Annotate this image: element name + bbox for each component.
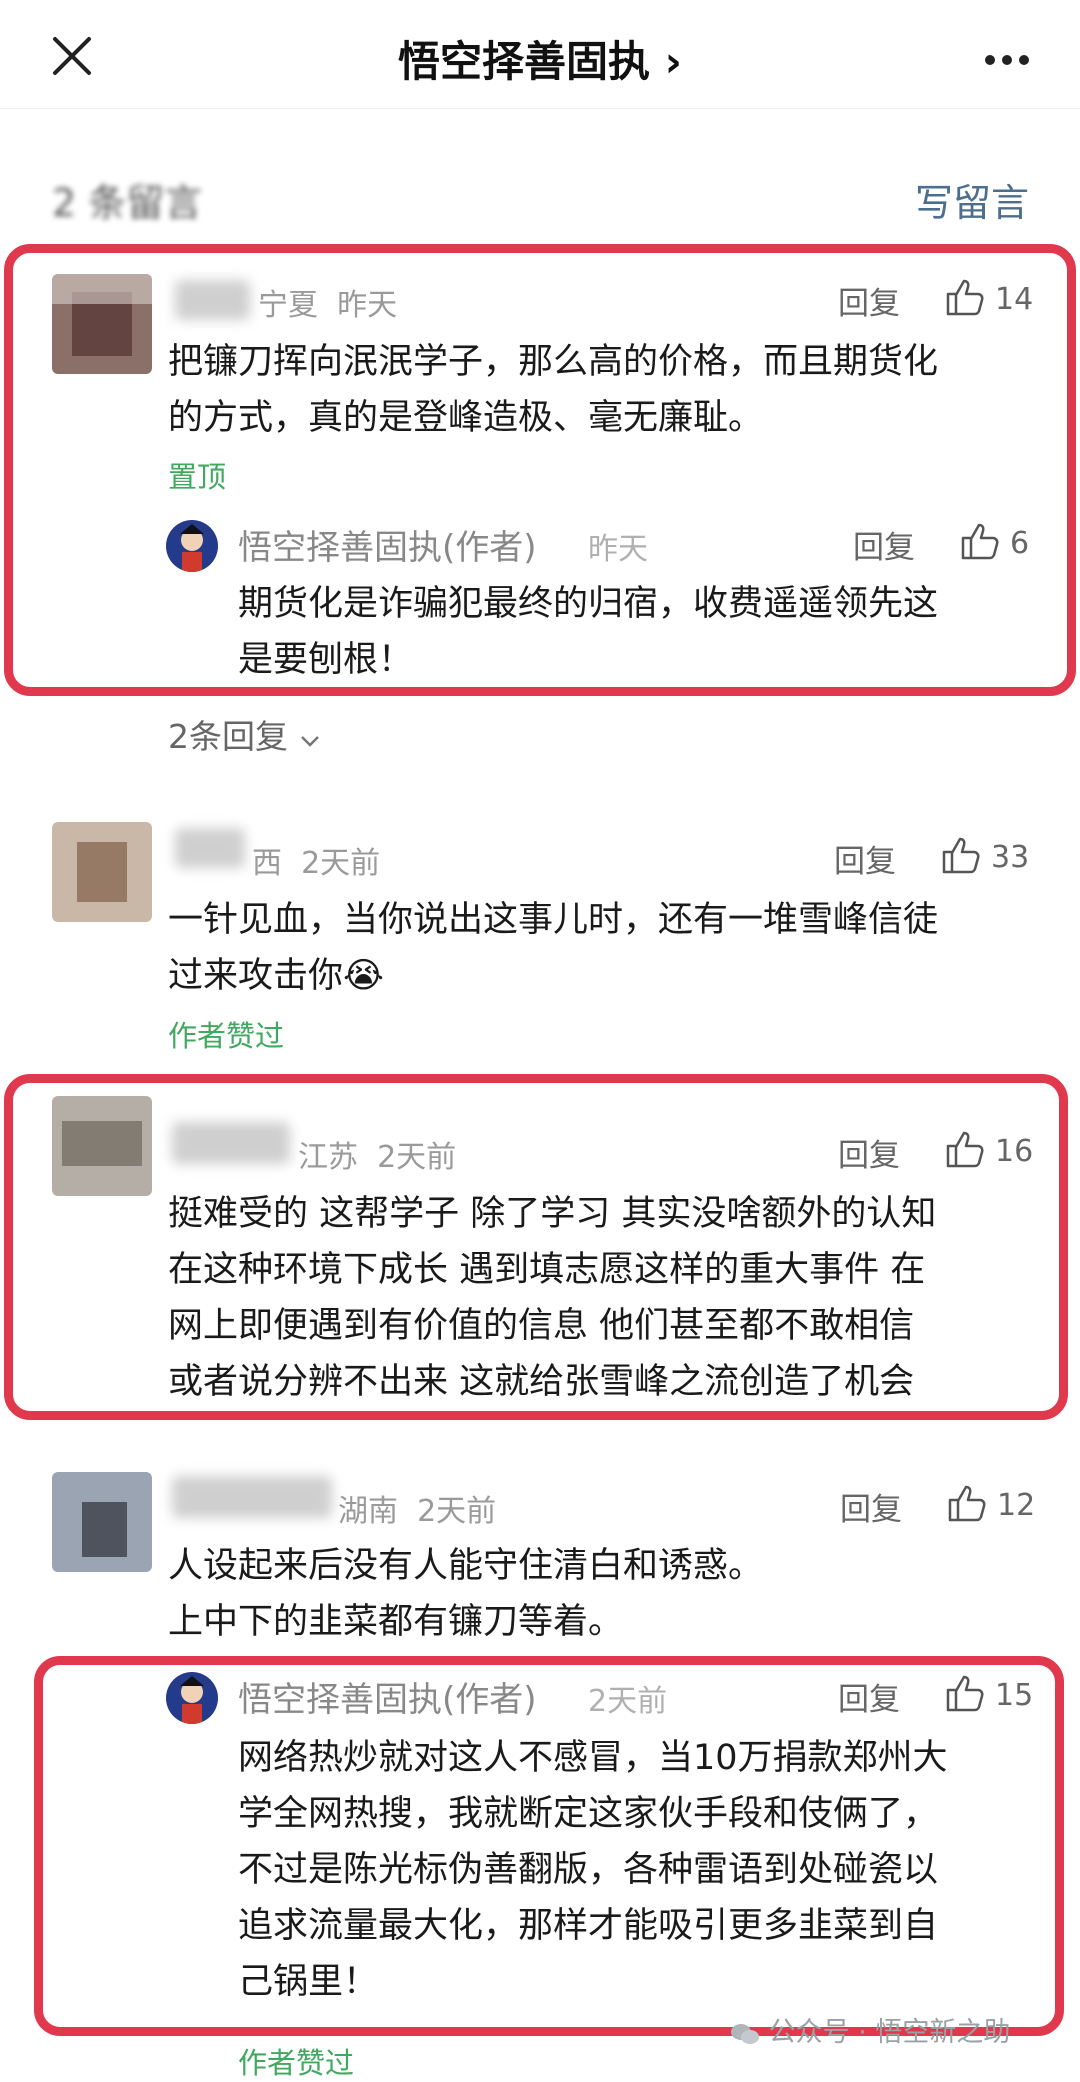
avatar[interactable] <box>52 1096 152 1196</box>
comment-meta: 西 2天前 <box>252 846 381 881</box>
like-count: 12 <box>997 1488 1036 1523</box>
comment-text: 一针见血，当你说出这事儿时，还有一堆雪峰信徒 过来攻击你😭 <box>168 900 939 996</box>
reply-button[interactable]: 回复 <box>838 1130 900 1175</box>
author-avatar[interactable] <box>166 1672 218 1724</box>
author-liked-tag: 作者赞过 <box>238 2046 355 2080</box>
avatar[interactable] <box>52 822 152 922</box>
avatar-image <box>52 1472 152 1572</box>
highlight-box <box>4 244 1076 696</box>
username-blurred <box>172 1476 332 1518</box>
comment-count: 2 条留言 <box>52 181 203 225</box>
avatar-image <box>52 1096 152 1196</box>
like-count: 15 <box>995 1678 1034 1713</box>
like-button[interactable] <box>941 836 981 878</box>
thumbs-up-icon <box>948 1485 986 1522</box>
top-bar: 悟空择善固执 › <box>0 0 1080 109</box>
reply-button[interactable]: 回复 <box>840 1484 902 1529</box>
avatar-image <box>166 1672 218 1724</box>
thumbs-up-icon <box>946 1675 984 1712</box>
author-liked-tag: 作者赞过 <box>168 1019 285 1053</box>
comment-text: 人设起来后没有人能守住清白和诱惑。 上中下的韭菜都有镰刀等着。 <box>168 1546 764 1642</box>
like-button[interactable] <box>947 1484 987 1526</box>
like-count: 16 <box>995 1134 1034 1169</box>
like-count: 33 <box>991 840 1030 875</box>
page-title[interactable]: 悟空择善固执 › <box>0 28 1080 89</box>
username-blurred <box>175 828 245 868</box>
reply-button[interactable]: 回复 <box>834 836 896 881</box>
expand-replies[interactable]: 2条回复 <box>168 710 321 758</box>
username-blurred <box>172 1122 290 1164</box>
chevron-down-icon <box>300 736 319 747</box>
like-button[interactable] <box>945 1130 985 1172</box>
author-name[interactable]: 悟空择善固执(作者) <box>238 1672 537 1721</box>
avatar-image <box>52 822 152 922</box>
more-icon[interactable] <box>985 50 1036 69</box>
avatar[interactable] <box>52 1472 152 1572</box>
thumbs-up-icon <box>946 1131 984 1168</box>
wechat-icon <box>731 2023 759 2044</box>
like-button[interactable] <box>945 1674 985 1716</box>
comment-meta: 江苏 2天前 <box>298 1140 457 1175</box>
reply-button[interactable]: 回复 <box>838 1674 900 1719</box>
author-reply-text: 网络热炒就对这人不感冒，当10万捐款郑州大 学全网热搜，我就断定这家伙手段和伎俩了… <box>238 1738 948 2002</box>
watermark: 公众号 · 悟空新之助 <box>730 2010 1010 2049</box>
write-comment-button[interactable]: 写留言 <box>915 172 1029 227</box>
reply-time: 2天前 <box>588 1684 668 1719</box>
comment-text: 挺难受的 这帮学子 除了学习 其实没啥额外的认知 在这种环境下成长 遇到填志愿这样… <box>168 1194 937 1402</box>
comment-meta: 湖南 2天前 <box>338 1494 497 1529</box>
thumbs-up-icon <box>942 837 980 874</box>
